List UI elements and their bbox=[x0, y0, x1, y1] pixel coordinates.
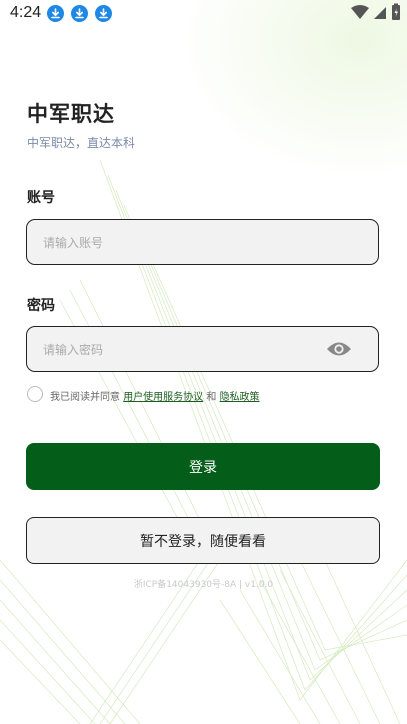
account-field[interactable] bbox=[26, 219, 379, 266]
password-field[interactable] bbox=[26, 326, 379, 373]
app-subtitle: 中军职达，直达本科 bbox=[27, 136, 136, 150]
agreement-and: 和 bbox=[206, 392, 217, 403]
status-time: 4:24 bbox=[10, 4, 42, 21]
status-bar: 4:24 bbox=[0, 0, 407, 28]
password-label: 密码 bbox=[27, 298, 55, 314]
terms-link[interactable]: 用户使用服务协议 bbox=[123, 392, 203, 403]
agreement-text: 我已阅读并同意 用户使用服务协议 和 隐私政策 bbox=[50, 388, 260, 403]
download-icon bbox=[47, 5, 64, 22]
account-label: 账号 bbox=[27, 190, 55, 206]
login-button[interactable]: 登录 bbox=[26, 443, 380, 490]
agreement-row: 我已阅读并同意 用户使用服务协议 和 隐私政策 bbox=[27, 386, 387, 404]
download-icon bbox=[95, 5, 112, 22]
eye-icon[interactable] bbox=[326, 340, 352, 358]
agreement-checkbox[interactable] bbox=[27, 386, 43, 402]
battery-icon bbox=[392, 3, 400, 20]
signal-icon bbox=[374, 7, 386, 19]
agreement-prefix: 我已阅读并同意 bbox=[50, 392, 120, 403]
password-input[interactable] bbox=[41, 327, 325, 373]
footer-icp-version: 浙ICP备14043930号-8A | v1.0.0 bbox=[133, 580, 274, 590]
account-input[interactable] bbox=[41, 220, 325, 266]
download-icon bbox=[71, 5, 88, 22]
wifi-icon bbox=[351, 5, 369, 19]
guest-browse-button[interactable]: 暂不登录，随便看看 bbox=[26, 517, 380, 564]
app-title: 中军职达 bbox=[27, 102, 115, 126]
privacy-link[interactable]: 隐私政策 bbox=[220, 392, 260, 403]
